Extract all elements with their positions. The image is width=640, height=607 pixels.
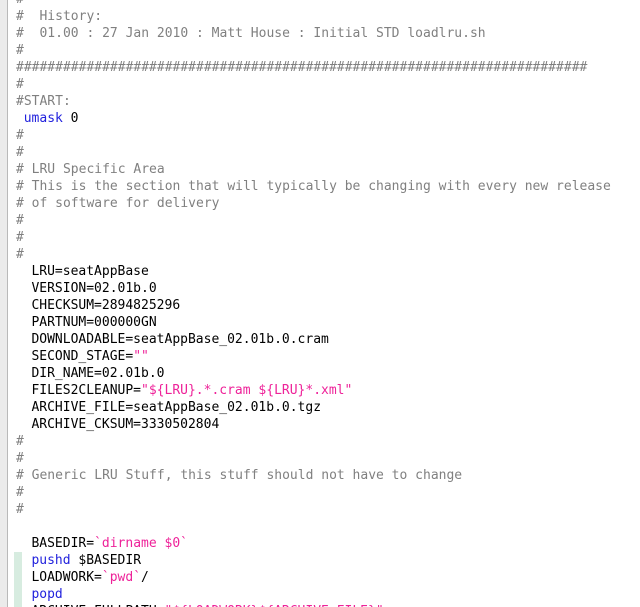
code-token-cmt: # bbox=[16, 485, 24, 500]
code-token-cmt: # bbox=[16, 247, 24, 262]
code-token-cmt: # of software for delivery bbox=[16, 196, 220, 211]
code-line[interactable]: #START: bbox=[0, 93, 640, 110]
code-token-plain: VERSION=02.01b.0 bbox=[31, 281, 157, 296]
code-line[interactable]: BASEDIR=`dirname $0` bbox=[0, 535, 640, 552]
code-line[interactable]: # of software for delivery bbox=[0, 195, 640, 212]
code-token-cmt: # bbox=[16, 230, 24, 245]
code-line[interactable]: # bbox=[0, 433, 640, 450]
code-token-cmt: # bbox=[16, 77, 24, 92]
code-token-plain: ARCHIVE_FILE=seatAppBase_02.01b.0.tgz bbox=[31, 400, 322, 415]
code-token-plain: ARCHIVE_CKSUM=3330502804 bbox=[31, 417, 220, 432]
code-token-cmt: # History: bbox=[16, 9, 103, 24]
code-token-str: "${LRU}.*.cram ${LRU}*.xml" bbox=[141, 383, 353, 398]
code-line[interactable]: # bbox=[0, 450, 640, 467]
code-token-plain: DIR_NAME=02.01b.0 bbox=[31, 366, 165, 381]
code-token-cmt: # This is the section that will typicall… bbox=[16, 179, 611, 194]
code-line[interactable]: # bbox=[0, 246, 640, 263]
code-token-plain: 0 bbox=[62, 111, 79, 126]
code-text-area[interactable]: # # History: # 01.00 : 27 Jan 2010 : Matt … bbox=[0, 0, 640, 607]
code-token-plain: FILES2CLEANUP= bbox=[31, 383, 142, 398]
code-token-str: "" bbox=[133, 349, 149, 364]
code-line[interactable]: ARCHIVE_FILE=seatAppBase_02.01b.0.tgz bbox=[0, 399, 640, 416]
code-line[interactable]: LRU=seatAppBase bbox=[0, 263, 640, 280]
code-editor[interactable]: # # History: # 01.00 : 27 Jan 2010 : Matt … bbox=[0, 0, 640, 607]
code-line[interactable]: # bbox=[0, 229, 640, 246]
code-token-plain: DOWNLOADABLE=seatAppBase_02.01b.0.cram bbox=[31, 332, 329, 347]
code-token-cmt: #START: bbox=[16, 94, 71, 109]
code-token-plain: SECOND_STAGE= bbox=[31, 349, 134, 364]
code-token-kw: popd bbox=[31, 587, 63, 602]
code-token-cmt: # bbox=[16, 213, 24, 228]
code-token-str: `dirname $0` bbox=[94, 536, 188, 551]
code-line[interactable]: popd bbox=[0, 586, 640, 603]
code-token-plain: $BASEDIR bbox=[70, 553, 142, 568]
code-token-cmt: # bbox=[16, 0, 24, 7]
code-line[interactable]: # bbox=[0, 127, 640, 144]
code-line[interactable]: DIR_NAME=02.01b.0 bbox=[0, 365, 640, 382]
code-token-plain: LRU=seatAppBase bbox=[31, 264, 149, 279]
code-line[interactable]: ########################################… bbox=[0, 59, 640, 76]
code-token-plain: PARTNUM=000000GN bbox=[31, 315, 157, 330]
code-line[interactable]: # bbox=[0, 144, 640, 161]
code-line[interactable]: # LRU Specific Area bbox=[0, 161, 640, 178]
code-line[interactable]: # This is the section that will typicall… bbox=[0, 178, 640, 195]
code-token-plain: BASEDIR= bbox=[31, 536, 95, 551]
code-token-cmt: # bbox=[16, 502, 24, 517]
code-line[interactable]: # bbox=[0, 484, 640, 501]
code-token-cmt: # LRU Specific Area bbox=[16, 162, 165, 177]
code-token-cmt: # bbox=[16, 145, 24, 160]
code-line[interactable]: ARCHIVE_CKSUM=3330502804 bbox=[0, 416, 640, 433]
code-line[interactable]: CHECKSUM=2894825296 bbox=[0, 297, 640, 314]
code-line[interactable]: # History: bbox=[0, 8, 640, 25]
code-token-plain: / bbox=[141, 570, 149, 585]
code-token-plain: CHECKSUM=2894825296 bbox=[31, 298, 181, 313]
code-line[interactable]: DOWNLOADABLE=seatAppBase_02.01b.0.cram bbox=[0, 331, 640, 348]
code-token-cmt: # bbox=[16, 434, 24, 449]
code-line[interactable]: # Generic LRU Stuff, this stuff should n… bbox=[0, 467, 640, 484]
code-line[interactable]: ARCHIVE_FULLPATH="${LOADWORK}${ARCHIVE_F… bbox=[0, 603, 640, 607]
code-line[interactable]: # 01.00 : 27 Jan 2010 : Matt House : Ini… bbox=[0, 25, 640, 42]
code-line[interactable]: # bbox=[0, 212, 640, 229]
code-line[interactable] bbox=[0, 518, 640, 535]
code-line[interactable]: umask 0 bbox=[0, 110, 640, 127]
code-token-cmt: # bbox=[16, 128, 24, 143]
code-line[interactable]: # bbox=[0, 0, 640, 8]
code-token-cmt: # Generic LRU Stuff, this stuff should n… bbox=[16, 468, 463, 483]
code-line[interactable]: LOADWORK=`pwd`/ bbox=[0, 569, 640, 586]
code-token-cmt: # bbox=[16, 451, 24, 466]
code-line[interactable]: pushd $BASEDIR bbox=[0, 552, 640, 569]
code-line[interactable]: VERSION=02.01b.0 bbox=[0, 280, 640, 297]
code-token-cmt: ########################################… bbox=[16, 60, 588, 75]
code-token-plain: LOADWORK= bbox=[31, 570, 102, 585]
code-token-cmt: # bbox=[16, 43, 24, 58]
code-token-cmt: # 01.00 : 27 Jan 2010 : Matt House : Ini… bbox=[16, 26, 486, 41]
code-line[interactable]: # bbox=[0, 76, 640, 93]
code-line[interactable]: PARTNUM=000000GN bbox=[0, 314, 640, 331]
code-token-str: `pwd` bbox=[101, 570, 142, 585]
code-token-kw: pushd bbox=[31, 553, 71, 568]
code-line[interactable]: # bbox=[0, 501, 640, 518]
code-line[interactable]: SECOND_STAGE="" bbox=[0, 348, 640, 365]
code-token-kw: umask bbox=[23, 111, 63, 126]
code-line[interactable]: FILES2CLEANUP="${LRU}.*.cram ${LRU}*.xml… bbox=[0, 382, 640, 399]
code-line[interactable]: # bbox=[0, 42, 640, 59]
